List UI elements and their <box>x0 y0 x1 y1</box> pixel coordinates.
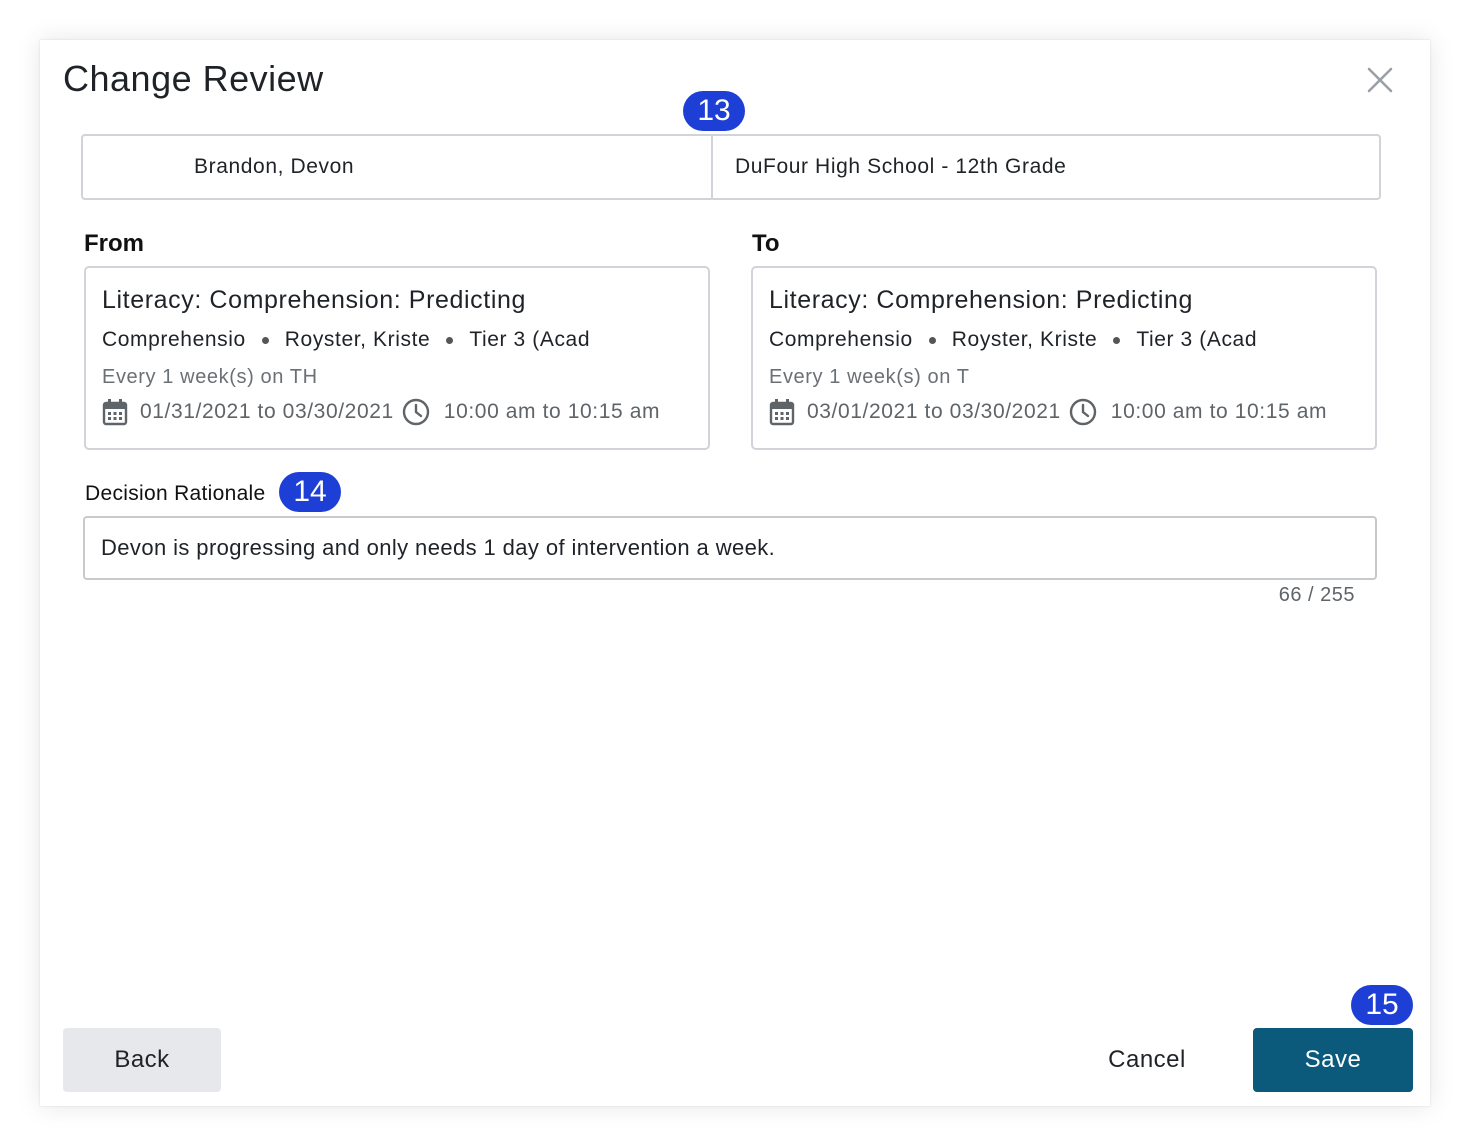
from-intervention-name: Literacy: Comprehension: Predicting <box>102 286 526 314</box>
separator-dot <box>928 336 936 344</box>
from-meta-skill: Comprehensio <box>102 328 246 351</box>
student-info-bar: Brandon, Devon DuFour High School - 12th… <box>81 134 1381 200</box>
change-review-dialog: Change Review Brandon, Devon DuFour High… <box>40 40 1430 1106</box>
from-label: From <box>84 230 144 257</box>
save-button[interactable]: Save <box>1253 1028 1413 1092</box>
back-button[interactable]: Back <box>63 1028 221 1092</box>
step-badge-13: 13 <box>683 91 745 131</box>
to-label: To <box>752 230 780 257</box>
to-frequency: Every 1 week(s) on T <box>769 366 970 388</box>
calendar-icon <box>769 399 795 426</box>
separator-dot <box>446 336 454 344</box>
step-badge-15: 15 <box>1351 985 1413 1025</box>
from-date-range: 01/31/2021 to 03/30/2021 <box>140 400 394 423</box>
from-time-range: 10:00 am to 10:15 am <box>443 400 661 423</box>
clock-icon <box>402 398 429 426</box>
student-school: DuFour High School - 12th Grade <box>735 155 1067 178</box>
from-frequency: Every 1 week(s) on TH <box>102 366 318 388</box>
to-meta-skill: Comprehensio <box>769 328 913 351</box>
rationale-input[interactable] <box>83 516 1377 580</box>
from-meta-tier: Tier 3 (Acad <box>469 328 591 351</box>
separator-dot <box>261 336 269 344</box>
from-card: Literacy: Comprehension: Predicting Comp… <box>84 266 710 450</box>
character-counter: 66 / 255 <box>1278 584 1355 606</box>
to-meta-staff: Royster, Kriste <box>951 328 1098 351</box>
dialog-title: Change Review <box>63 58 324 99</box>
to-time-range: 10:00 am to 10:15 am <box>1110 400 1328 423</box>
to-date-range: 03/01/2021 to 03/30/2021 <box>807 400 1061 423</box>
student-name: Brandon, Devon <box>83 136 713 198</box>
cancel-button[interactable]: Cancel <box>1086 1028 1208 1092</box>
from-schedule: 01/31/2021 to 03/30/2021 10:00 am to 10:… <box>102 398 692 426</box>
to-meta-tier: Tier 3 (Acad <box>1136 328 1258 351</box>
calendar-icon <box>102 399 128 426</box>
to-meta: Comprehensio Royster, Kriste Tier 3 (Aca… <box>769 328 1359 352</box>
step-badge-14: 14 <box>279 472 341 512</box>
from-meta: Comprehensio Royster, Kriste Tier 3 (Aca… <box>102 328 692 352</box>
clock-icon <box>1069 398 1096 426</box>
to-intervention-name: Literacy: Comprehension: Predicting <box>769 286 1193 314</box>
to-schedule: 03/01/2021 to 03/30/2021 10:00 am to 10:… <box>769 398 1359 426</box>
to-card: Literacy: Comprehension: Predicting Comp… <box>751 266 1377 450</box>
separator-dot <box>1113 336 1121 344</box>
close-button[interactable] <box>1362 62 1398 98</box>
close-icon <box>1367 67 1393 93</box>
from-meta-staff: Royster, Kriste <box>284 328 431 351</box>
rationale-label: Decision Rationale <box>85 482 266 505</box>
